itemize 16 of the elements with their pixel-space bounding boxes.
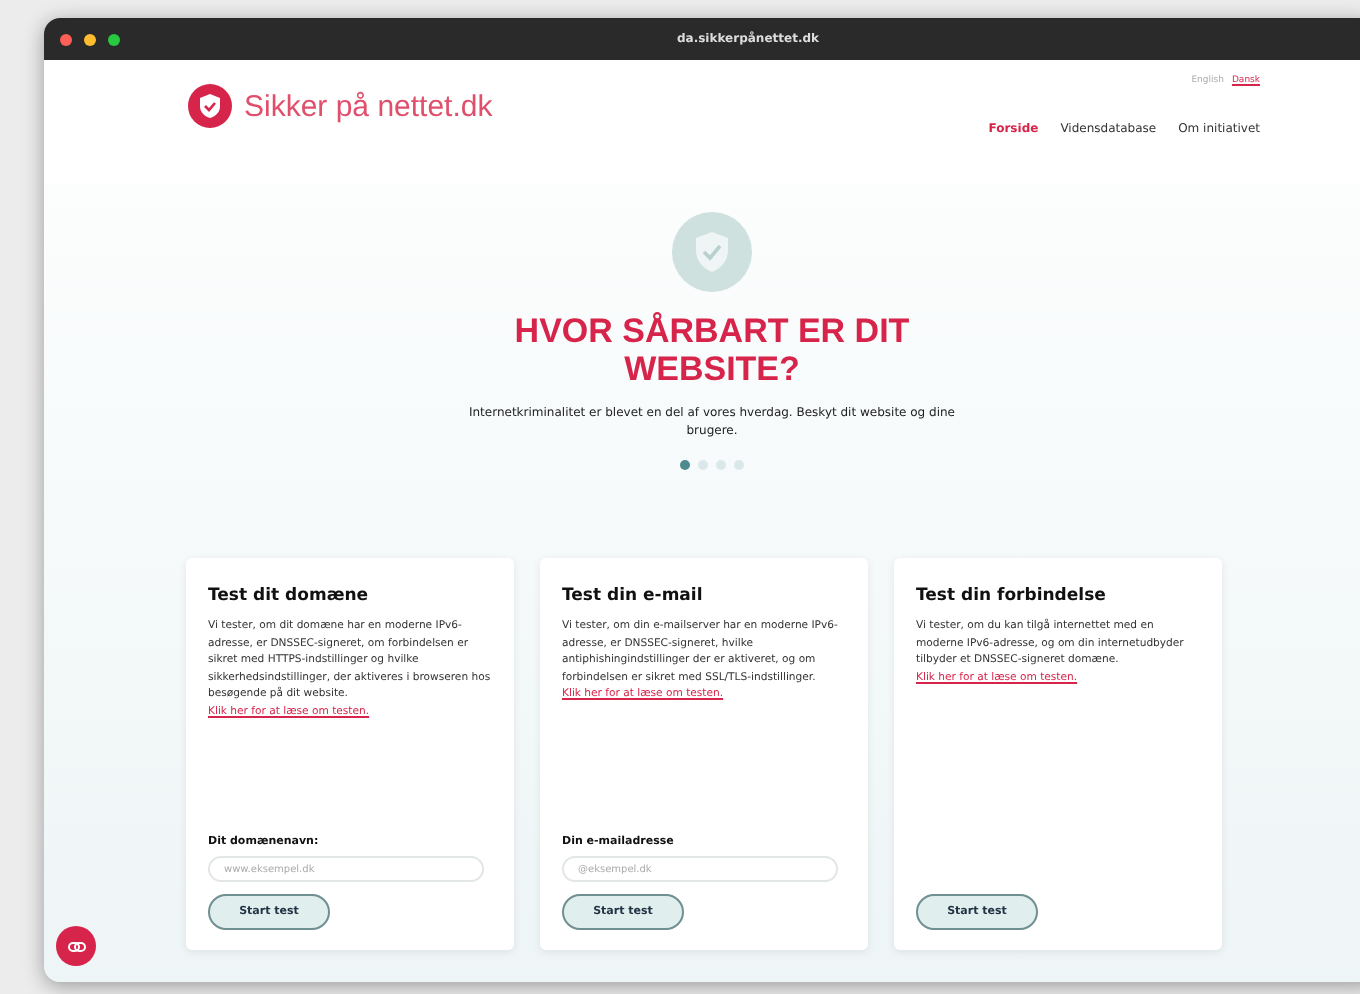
site-logo[interactable]: Sikker på nettet.dk bbox=[244, 89, 493, 123]
carousel-dot[interactable] bbox=[698, 460, 708, 470]
card-title: Test dit domæne bbox=[208, 586, 371, 606]
carousel-dot[interactable] bbox=[734, 460, 744, 470]
link-icon bbox=[67, 941, 85, 951]
chat-button[interactable] bbox=[56, 926, 96, 966]
card-title: Test din e-mail bbox=[562, 586, 705, 606]
shield-logo-icon bbox=[188, 84, 232, 128]
carousel-dot[interactable] bbox=[716, 460, 726, 470]
minimize-icon[interactable] bbox=[84, 33, 96, 45]
close-icon[interactable] bbox=[60, 33, 72, 45]
carousel-dot[interactable] bbox=[680, 460, 690, 470]
shield-check-icon bbox=[672, 212, 752, 292]
hero-title: HVOR SÅRBART ER DIT WEBSITE? bbox=[512, 312, 912, 388]
maximize-icon[interactable] bbox=[108, 33, 120, 45]
card-title: Test din forbindelse bbox=[916, 586, 1108, 606]
